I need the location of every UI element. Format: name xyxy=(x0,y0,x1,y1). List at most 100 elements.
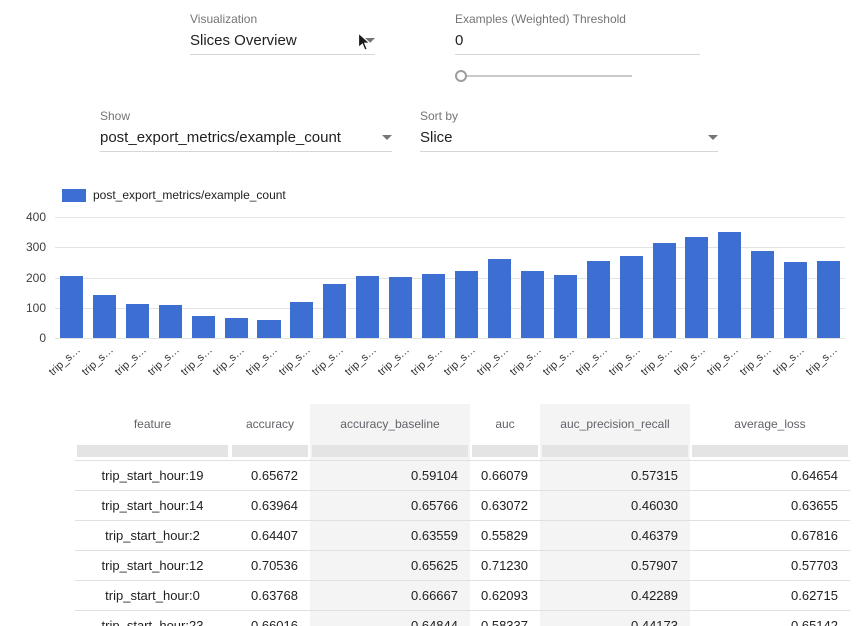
slider-thumb[interactable] xyxy=(455,70,467,82)
bar[interactable] xyxy=(88,217,121,338)
x-tick: trip_s… xyxy=(812,341,845,387)
threshold-input[interactable]: 0 xyxy=(455,28,700,55)
bar[interactable] xyxy=(351,217,384,338)
bar-rect[interactable] xyxy=(784,262,807,338)
x-tick: trip_s… xyxy=(253,341,286,387)
table-row[interactable]: trip_start_hour:230.660160.648440.583370… xyxy=(75,610,850,626)
bar-rect[interactable] xyxy=(159,305,182,338)
x-tick: trip_s… xyxy=(285,341,318,387)
table-cell: 0.63655 xyxy=(690,491,850,520)
table-cell: trip_start_hour:2 xyxy=(75,521,230,550)
bar[interactable] xyxy=(417,217,450,338)
x-tick: trip_s… xyxy=(88,341,121,387)
bar[interactable] xyxy=(549,217,582,338)
bar-rect[interactable] xyxy=(225,318,248,338)
column-header[interactable]: auc xyxy=(470,404,540,444)
bar-rect[interactable] xyxy=(323,284,346,338)
bar-rect[interactable] xyxy=(554,275,577,338)
table-row[interactable]: trip_start_hour:140.639640.657660.630720… xyxy=(75,490,850,520)
bar[interactable] xyxy=(516,217,549,338)
bar-rect[interactable] xyxy=(455,271,478,338)
x-tick: trip_s… xyxy=(779,341,812,387)
bar-rect[interactable] xyxy=(422,274,445,338)
bar[interactable] xyxy=(779,217,812,338)
table-row[interactable]: trip_start_hour:20.644070.635590.558290.… xyxy=(75,520,850,550)
threshold-label: Examples (Weighted) Threshold xyxy=(455,12,626,26)
column-header[interactable]: accuracy_baseline xyxy=(310,404,470,444)
legend-label: post_export_metrics/example_count xyxy=(93,188,286,202)
sort-by-select-value: Slice xyxy=(420,129,453,146)
bar-rect[interactable] xyxy=(93,295,116,338)
bar-rect[interactable] xyxy=(290,302,313,338)
bar[interactable] xyxy=(253,217,286,338)
column-header[interactable]: auc_precision_recall xyxy=(540,404,690,444)
sort-by-label: Sort by xyxy=(420,109,458,123)
bar[interactable] xyxy=(582,217,615,338)
bar-rect[interactable] xyxy=(587,261,610,338)
gridline xyxy=(55,338,845,339)
bar[interactable] xyxy=(318,217,351,338)
table-cell: 0.67816 xyxy=(690,521,850,550)
threshold-slider[interactable] xyxy=(455,68,632,84)
bar[interactable] xyxy=(55,217,88,338)
bar[interactable] xyxy=(220,217,253,338)
bar-rect[interactable] xyxy=(192,316,215,338)
bar[interactable] xyxy=(615,217,648,338)
bar-rect[interactable] xyxy=(126,304,149,338)
legend-swatch xyxy=(62,189,86,202)
bar[interactable] xyxy=(384,217,417,338)
metric-select[interactable]: post_export_metrics/example_count xyxy=(100,125,392,152)
bar[interactable] xyxy=(746,217,779,338)
bar[interactable] xyxy=(648,217,681,338)
bar[interactable] xyxy=(450,217,483,338)
bar-rect[interactable] xyxy=(488,259,511,338)
x-tick: trip_s… xyxy=(55,341,88,387)
column-filter-input[interactable] xyxy=(542,445,688,457)
table-cell: 0.66016 xyxy=(230,611,310,626)
column-filter-input[interactable] xyxy=(77,445,228,457)
bar-rect[interactable] xyxy=(817,261,840,338)
bar[interactable] xyxy=(681,217,714,338)
visualization-label: Visualization xyxy=(190,12,257,26)
bar[interactable] xyxy=(483,217,516,338)
table-row[interactable]: trip_start_hour:190.656720.591040.660790… xyxy=(75,460,850,490)
x-tick: trip_s… xyxy=(154,341,187,387)
bar[interactable] xyxy=(812,217,845,338)
bar[interactable] xyxy=(121,217,154,338)
table-cell: 0.66079 xyxy=(470,461,540,490)
bar[interactable] xyxy=(285,217,318,338)
table-cell: 0.63072 xyxy=(470,491,540,520)
bar-rect[interactable] xyxy=(389,277,412,338)
table-header-row: featureaccuracyaccuracy_baselineaucauc_p… xyxy=(75,404,850,444)
bar-rect[interactable] xyxy=(685,237,708,338)
table-cell: trip_start_hour:14 xyxy=(75,491,230,520)
column-filter-input[interactable] xyxy=(232,445,308,457)
threshold-value: 0 xyxy=(455,32,463,49)
bar-rect[interactable] xyxy=(620,256,643,338)
bar-rect[interactable] xyxy=(60,276,83,338)
column-filter-input[interactable] xyxy=(472,445,538,457)
column-filter-input[interactable] xyxy=(312,445,468,457)
table-cell: 0.65625 xyxy=(310,551,470,580)
bar-rect[interactable] xyxy=(257,320,280,338)
bar-rect[interactable] xyxy=(521,271,544,338)
bar-plot xyxy=(55,217,845,338)
tfma-slices-overview: Visualization Slices Overview Examples (… xyxy=(0,0,863,626)
table-row[interactable]: trip_start_hour:120.705360.656250.712300… xyxy=(75,550,850,580)
bar-rect[interactable] xyxy=(653,243,676,338)
table-cell: 0.66667 xyxy=(310,581,470,610)
bar[interactable] xyxy=(713,217,746,338)
visualization-select[interactable]: Slices Overview xyxy=(190,28,375,55)
bar[interactable] xyxy=(187,217,220,338)
column-filter-input[interactable] xyxy=(692,445,848,457)
column-header[interactable]: average_loss xyxy=(690,404,850,444)
sort-by-select[interactable]: Slice xyxy=(420,125,718,152)
column-header[interactable]: accuracy xyxy=(230,404,310,444)
bar-rect[interactable] xyxy=(718,232,741,338)
column-header[interactable]: feature xyxy=(75,404,230,444)
x-tick: trip_s… xyxy=(121,341,154,387)
table-row[interactable]: trip_start_hour:00.637680.666670.620930.… xyxy=(75,580,850,610)
bar-rect[interactable] xyxy=(356,276,379,338)
bar[interactable] xyxy=(154,217,187,338)
bar-rect[interactable] xyxy=(751,251,774,338)
